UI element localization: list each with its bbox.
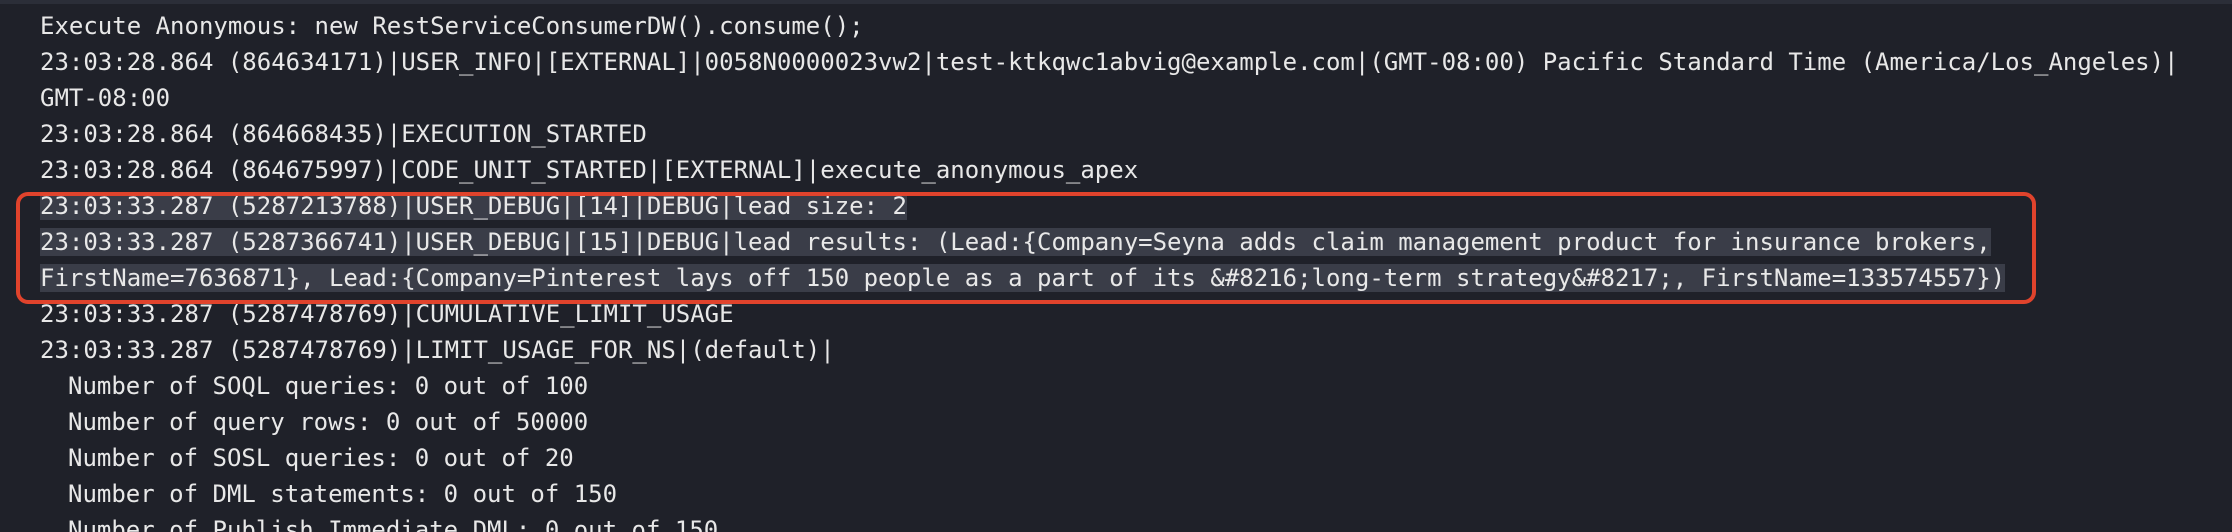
- log-line-header: Execute Anonymous: new RestServiceConsum…: [40, 12, 864, 40]
- log-line-user-info: 23:03:28.864 (864634171)|USER_INFO|[EXTE…: [40, 48, 2179, 76]
- log-line-debug-lead-results-cont: FirstName=7636871}, Lead:{Company=Pinter…: [40, 260, 2210, 296]
- log-line-sosl-queries: Number of SOSL queries: 0 out of 20: [68, 444, 574, 472]
- log-line-debug-lead-size: 23:03:33.287 (5287213788)|USER_DEBUG|[14…: [40, 188, 2210, 224]
- execution-log[interactable]: Execute Anonymous: new RestServiceConsum…: [40, 8, 2210, 532]
- selected-text: 23:03:33.287 (5287213788)|USER_DEBUG|[14…: [40, 192, 907, 220]
- log-line-cumulative-limit-usage: 23:03:33.287 (5287478769)|CUMULATIVE_LIM…: [40, 300, 734, 328]
- log-line-query-rows: Number of query rows: 0 out of 50000: [68, 408, 589, 436]
- log-line-limit-usage-for-ns: 23:03:33.287 (5287478769)|LIMIT_USAGE_FO…: [40, 336, 835, 364]
- selected-text: 23:03:33.287 (5287366741)|USER_DEBUG|[15…: [40, 228, 1991, 256]
- log-line-dml-statements: Number of DML statements: 0 out of 150: [68, 480, 618, 508]
- log-line-user-info-cont: GMT-08:00: [40, 84, 171, 112]
- log-line-soql-queries: Number of SOQL queries: 0 out of 100: [68, 372, 589, 400]
- log-line-code-unit-started: 23:03:28.864 (864675997)|CODE_UNIT_START…: [40, 156, 1139, 184]
- selected-text: FirstName=7636871}, Lead:{Company=Pinter…: [40, 264, 2006, 292]
- log-line-execution-started: 23:03:28.864 (864668435)|EXECUTION_START…: [40, 120, 647, 148]
- log-line-debug-lead-results: 23:03:33.287 (5287366741)|USER_DEBUG|[15…: [40, 224, 2210, 260]
- log-line-publish-immediate-dml: Number of Publish Immediate DML: 0 out o…: [68, 516, 719, 532]
- panel-top-border: [0, 0, 2232, 4]
